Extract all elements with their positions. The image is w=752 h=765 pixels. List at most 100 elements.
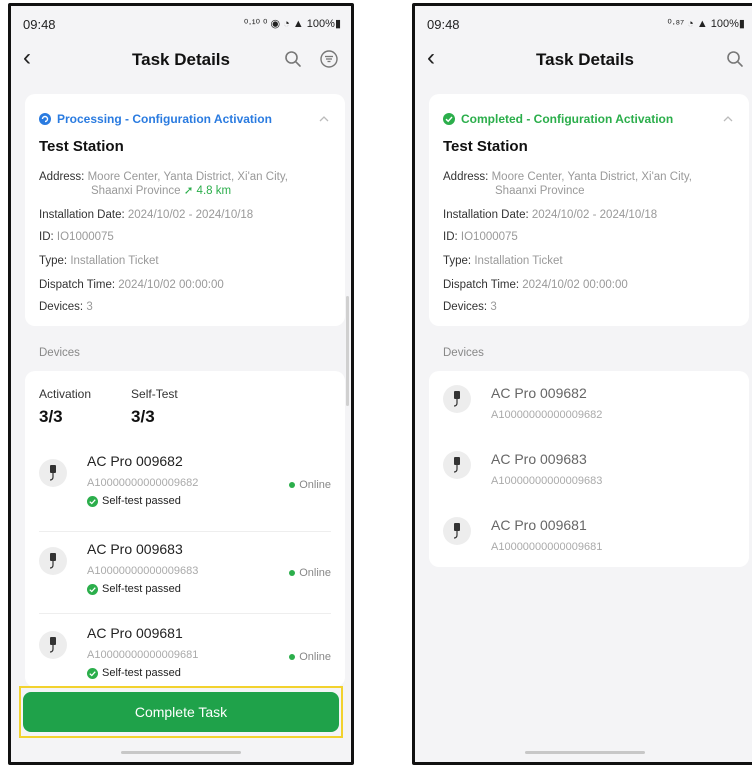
check-circle-icon [87, 667, 98, 679]
device-serial: A10000000000009682 [491, 409, 603, 421]
device-item[interactable]: AC Pro 009683 A10000000000009683 [429, 437, 749, 507]
page-title: Task Details [536, 50, 634, 69]
device-item[interactable]: AC Pro 009681 A10000000000009681 Self-te… [25, 623, 345, 693]
chevron-up-icon[interactable] [723, 114, 733, 124]
id-label: ID: [443, 231, 458, 243]
online-dot-icon [289, 570, 296, 576]
online-dot-icon [289, 654, 296, 660]
charger-icon [39, 547, 67, 575]
address-field: Address: Moore Center, Yanta District, X… [443, 170, 692, 184]
id-field: ID: IO1000075 [39, 230, 114, 244]
task-status: Processing - Configuration Activation [39, 112, 272, 126]
device-name: AC Pro 009682 [491, 385, 587, 401]
app-bar: ‹ Task Details [415, 42, 752, 78]
status-indicators: ⁰·⁸⁷ ◔ ▲ 100%▮ [667, 18, 745, 30]
self-test-status: Self-test passed [87, 667, 181, 679]
device-name: AC Pro 009683 [491, 451, 587, 467]
status-time: 09:48 [23, 17, 56, 32]
processing-icon [39, 113, 51, 125]
dispatch-time-field: Dispatch Time: 2024/10/02 00:00:00 [39, 278, 224, 292]
search-icon[interactable] [283, 49, 303, 69]
divider [39, 613, 331, 614]
installation-date-value: 2024/10/02 - 2024/10/18 [531, 209, 658, 221]
complete-task-button[interactable]: Complete Task [23, 692, 339, 732]
dispatch-time-label: Dispatch Time: [39, 279, 116, 291]
type-value: Installation Ticket [70, 255, 159, 267]
online-text: Online [299, 567, 331, 579]
distance[interactable]: ➚ 4.8 km [184, 185, 231, 197]
device-item[interactable]: AC Pro 009682 A10000000000009682 [429, 371, 749, 441]
installation-date-value: 2024/10/02 - 2024/10/18 [127, 209, 254, 221]
online-status: Online [289, 567, 331, 579]
device-serial: A10000000000009682 [87, 477, 199, 489]
installation-date-field: Installation Date: 2024/10/02 - 2024/10/… [443, 208, 657, 222]
dispatch-time-value: 2024/10/02 00:00:00 [118, 279, 224, 291]
station-name: Test Station [39, 138, 124, 155]
type-label: Type: [39, 255, 68, 267]
id-value: IO1000075 [56, 231, 114, 243]
home-indicator[interactable] [525, 751, 645, 754]
dispatch-time-value: 2024/10/02 00:00:00 [522, 279, 628, 291]
check-circle-icon [87, 583, 98, 595]
device-serial: A10000000000009681 [87, 649, 199, 661]
device-name: AC Pro 009683 [87, 541, 183, 557]
device-serial: A10000000000009683 [491, 475, 603, 487]
self-test-text: Self-test passed [102, 583, 181, 595]
device-name: AC Pro 009681 [491, 517, 587, 533]
home-indicator[interactable] [121, 751, 241, 754]
devices-count-value: 3 [86, 301, 93, 313]
task-status-text: Processing - Configuration Activation [57, 112, 272, 126]
filter-icon[interactable] [319, 49, 339, 69]
distance-value: 4.8 km [196, 185, 232, 197]
address-line2: Shaanxi Province [495, 184, 585, 198]
charger-icon [443, 451, 471, 479]
id-field: ID: IO1000075 [443, 230, 518, 244]
dispatch-time-label: Dispatch Time: [443, 279, 520, 291]
check-circle-icon [443, 113, 455, 125]
online-dot-icon [289, 482, 296, 488]
device-list-card: Activation 3/3 Self-Test 3/3 AC Pro 0096… [25, 371, 345, 687]
self-test-label: Self-Test [131, 387, 178, 401]
id-label: ID: [39, 231, 54, 243]
id-value: IO1000075 [460, 231, 518, 243]
self-test-text: Self-test passed [102, 495, 181, 507]
device-list-card: AC Pro 009682 A10000000000009682 AC Pro … [429, 371, 749, 567]
type-value: Installation Ticket [474, 255, 563, 267]
online-text: Online [299, 651, 331, 663]
device-item[interactable]: AC Pro 009683 A10000000000009683 Self-te… [25, 539, 345, 609]
status-time: 09:48 [427, 17, 460, 32]
activation-label: Activation [39, 387, 92, 401]
address-line2: Shaanxi Province ➚ 4.8 km [91, 184, 231, 198]
address-value-2: Shaanxi Province [91, 185, 181, 197]
search-icon[interactable] [725, 49, 745, 69]
task-status: Completed - Configuration Activation [443, 112, 673, 126]
task-info-card: Processing - Configuration Activation Te… [25, 94, 345, 326]
online-text: Online [299, 479, 331, 491]
chevron-up-icon[interactable] [319, 114, 329, 124]
devices-count-label: Devices: [443, 301, 488, 313]
charger-icon [443, 517, 471, 545]
address-value: Moore Center, Yanta District, Xi'an City… [87, 171, 288, 183]
address-label: Address: [443, 171, 489, 183]
address-field: Address: Moore Center, Yanta District, X… [39, 170, 288, 184]
self-test-counter: Self-Test 3/3 [131, 387, 178, 427]
station-name: Test Station [443, 138, 528, 155]
device-serial: A10000000000009681 [491, 541, 603, 553]
devices-section-header: Devices [443, 347, 484, 359]
device-name: AC Pro 009681 [87, 625, 183, 641]
device-item[interactable]: AC Pro 009681 A10000000000009681 [429, 503, 749, 573]
self-test-status: Self-test passed [87, 583, 181, 595]
scrollbar[interactable] [346, 296, 349, 406]
app-bar: ‹ Task Details [11, 42, 351, 78]
address-value: Moore Center, Yanta District, Xi'an City… [491, 171, 692, 183]
phone-screen-processing: 09:48 ⁰·¹⁰ ⁰ ◉ ◔ ▲ 100%▮ ‹ Task Details … [8, 3, 354, 765]
self-test-status: Self-test passed [87, 495, 181, 507]
online-status: Online [289, 479, 331, 491]
installation-date-field: Installation Date: 2024/10/02 - 2024/10/… [39, 208, 253, 222]
status-bar: 09:48 ⁰·⁸⁷ ◔ ▲ 100%▮ [415, 6, 752, 40]
device-item[interactable]: AC Pro 009682 A10000000000009682 Self-te… [25, 451, 345, 521]
address-value-2: Shaanxi Province [495, 185, 585, 197]
devices-count-label: Devices: [39, 301, 84, 313]
devices-section-header: Devices [39, 347, 80, 359]
status-bar: 09:48 ⁰·¹⁰ ⁰ ◉ ◔ ▲ 100%▮ [11, 6, 351, 40]
